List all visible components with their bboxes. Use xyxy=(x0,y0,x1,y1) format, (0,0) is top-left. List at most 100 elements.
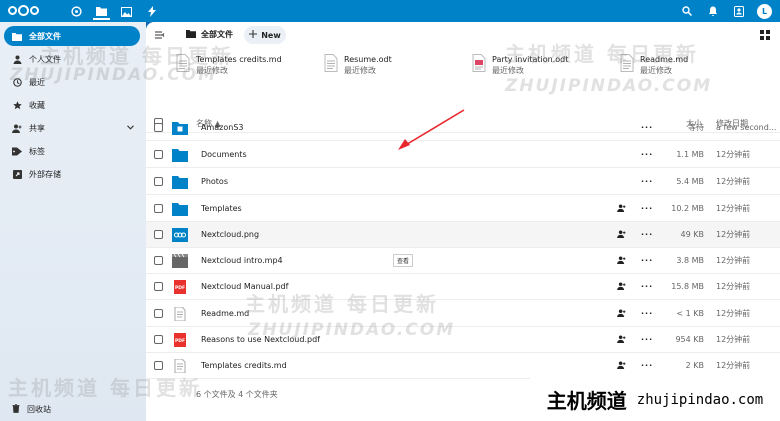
row-checkbox[interactable] xyxy=(154,282,163,291)
row-checkbox[interactable] xyxy=(154,256,163,265)
search-icon[interactable] xyxy=(679,3,695,19)
recent-file-card[interactable]: Readme.md 最近修改 xyxy=(620,54,688,76)
table-row[interactable]: Templates credits.md ··· 2 KB 12分钟前 xyxy=(146,353,780,379)
row-checkbox[interactable] xyxy=(154,123,163,132)
more-actions-icon[interactable]: ··· xyxy=(641,177,653,186)
sidebar-item-label: 收藏 xyxy=(29,100,45,110)
sidebar-item-tags[interactable]: 标签 xyxy=(4,141,140,161)
more-actions-icon[interactable]: ··· xyxy=(641,204,653,213)
row-checkbox[interactable] xyxy=(154,335,163,344)
share-icon[interactable] xyxy=(617,281,626,292)
menu-toggle-icon[interactable] xyxy=(155,31,165,41)
table-row[interactable]: Nextcloud intro.mp4 ··· 3.8 MB 12分钟前 xyxy=(146,248,780,274)
row-checkbox[interactable] xyxy=(154,309,163,318)
file-name[interactable]: Nextcloud Manual.pdf xyxy=(201,282,288,291)
row-checkbox[interactable] xyxy=(154,204,163,213)
sidebar-item-shares[interactable]: 共享 xyxy=(4,118,140,138)
folder-icon xyxy=(12,31,22,41)
share-icon[interactable] xyxy=(617,334,626,345)
history-icon xyxy=(12,77,22,87)
trash-icon xyxy=(12,404,20,415)
file-size: 5.4 MB xyxy=(676,177,704,186)
new-button[interactable]: New xyxy=(244,26,286,44)
file-name[interactable]: Nextcloud intro.mp4 xyxy=(201,256,283,265)
file-size: 等待 xyxy=(688,123,704,132)
sidebar-item-label: 最近 xyxy=(29,77,45,87)
video-icon xyxy=(172,253,188,268)
nextcloud-logo[interactable] xyxy=(8,5,39,16)
share-icon[interactable] xyxy=(617,255,626,266)
sidebar-item-all-files[interactable]: 全部文件 xyxy=(4,26,140,46)
sidebar-item-personal-files[interactable]: 个人文件 xyxy=(4,49,140,69)
watermark-banner: 主机频道 zhujipindao.com xyxy=(530,378,780,421)
share-icon[interactable] xyxy=(617,203,626,214)
file-name[interactable]: Documents xyxy=(201,150,247,159)
chevron-down-icon[interactable] xyxy=(127,123,134,132)
more-actions-icon[interactable]: ··· xyxy=(641,230,653,239)
table-row[interactable]: Readme.md ··· < 1 KB 12分钟前 xyxy=(146,301,780,327)
table-row[interactable]: PDF Nextcloud Manual.pdf ··· 15.8 MB 12分… xyxy=(146,274,780,300)
file-name[interactable]: Readme.md xyxy=(201,309,249,318)
table-row[interactable]: Nextcloud.png ··· 49 KB 12分钟前 xyxy=(146,222,780,248)
folder-icon xyxy=(172,175,188,189)
share-icon[interactable] xyxy=(617,229,626,240)
more-actions-icon[interactable]: ··· xyxy=(641,335,653,344)
file-name[interactable]: AmazonS3 xyxy=(201,123,244,132)
more-actions-icon[interactable]: ··· xyxy=(641,150,653,159)
more-actions-icon[interactable]: ··· xyxy=(641,256,653,265)
activity-app-icon[interactable] xyxy=(143,3,160,20)
more-actions-icon[interactable]: ··· xyxy=(641,123,653,132)
recent-file-sub: 最近修改 xyxy=(196,66,228,75)
file-name[interactable]: Templates xyxy=(201,204,242,213)
share-icon[interactable] xyxy=(617,308,626,319)
recent-file-card[interactable]: Party invitation.odt 最近修改 xyxy=(472,54,568,76)
sidebar-item-trash[interactable]: 回收站 xyxy=(12,404,51,415)
more-actions-icon[interactable]: ··· xyxy=(641,361,653,370)
document-icon xyxy=(620,54,634,72)
file-name[interactable]: Nextcloud.png xyxy=(201,230,259,239)
table-row[interactable]: Photos ··· 5.4 MB 12分钟前 xyxy=(146,169,780,195)
file-size: 49 KB xyxy=(680,230,704,239)
user-avatar[interactable]: L xyxy=(757,3,772,19)
plus-icon xyxy=(249,30,258,40)
breadcrumb-home[interactable]: 全部文件 xyxy=(186,29,233,40)
grid-view-icon[interactable] xyxy=(760,30,770,42)
file-name[interactable]: Photos xyxy=(201,177,228,186)
file-list-summary: 6 个文件及 4 个文件夹 xyxy=(196,390,278,399)
file-modified: 12分钟前 xyxy=(716,282,751,291)
table-row[interactable]: PDF Reasons to use Nextcloud.pdf ··· 954… xyxy=(146,327,780,353)
file-modified: 12分钟前 xyxy=(716,204,751,213)
row-checkbox[interactable] xyxy=(154,361,163,370)
notifications-icon[interactable] xyxy=(705,3,721,19)
recent-file-card[interactable]: Resume.odt 最近修改 xyxy=(324,54,392,76)
row-checkbox[interactable] xyxy=(154,230,163,239)
file-modified: 12分钟前 xyxy=(716,256,751,265)
file-modified: a few second... xyxy=(716,123,777,132)
sidebar-item-recent[interactable]: 最近 xyxy=(4,72,140,92)
photos-app-icon[interactable] xyxy=(118,3,135,20)
share-icon[interactable] xyxy=(617,360,626,371)
file-name[interactable]: Templates credits.md xyxy=(201,361,287,370)
dashboard-app-icon[interactable] xyxy=(68,3,85,20)
file-name[interactable]: Reasons to use Nextcloud.pdf xyxy=(201,335,320,344)
files-app-icon[interactable] xyxy=(93,3,110,20)
sidebar-item-label: 个人文件 xyxy=(29,54,61,64)
file-modified: 12分钟前 xyxy=(716,361,751,370)
header-right: L xyxy=(679,3,772,19)
more-actions-icon[interactable]: ··· xyxy=(641,309,653,318)
row-checkbox[interactable] xyxy=(154,177,163,186)
pdf-icon: PDF xyxy=(174,279,186,294)
sidebar-item-favorites[interactable]: 收藏 xyxy=(4,95,140,115)
recent-file-sub: 最近修改 xyxy=(640,66,672,75)
more-actions-icon[interactable]: ··· xyxy=(641,282,653,291)
contacts-icon[interactable] xyxy=(731,3,747,19)
tag-icon xyxy=(12,146,22,156)
recent-file-sub: 最近修改 xyxy=(344,66,376,75)
recent-file-card[interactable]: Templates credits.md 最近修改 xyxy=(176,54,282,76)
svg-text:PDF: PDF xyxy=(175,338,185,344)
table-row[interactable]: Templates ··· 10.2 MB 12分钟前 xyxy=(146,196,780,222)
recent-file-name: Templates credits.md xyxy=(196,55,282,64)
tooltip: 查看 xyxy=(393,254,414,267)
row-checkbox[interactable] xyxy=(154,150,163,159)
sidebar-item-external-storage[interactable]: 外部存储 xyxy=(4,164,140,184)
